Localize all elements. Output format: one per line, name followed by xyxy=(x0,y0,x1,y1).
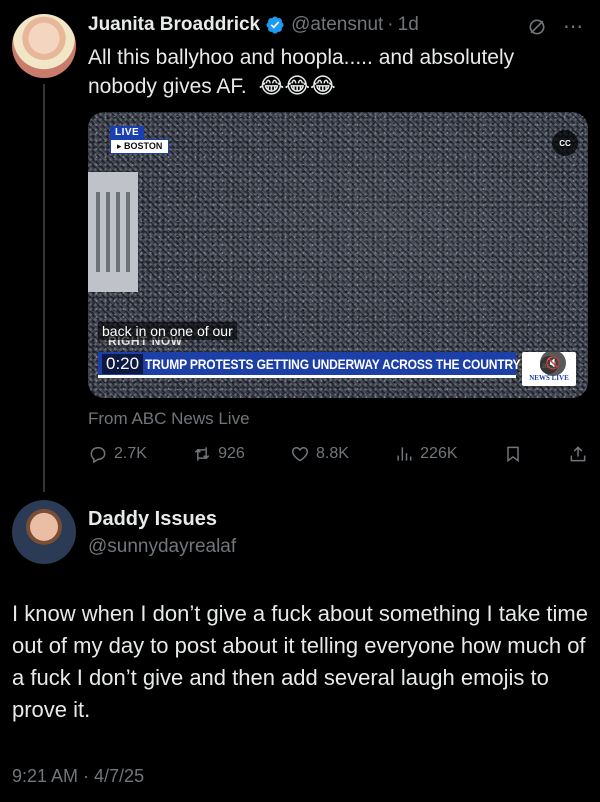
post-time[interactable]: 1d xyxy=(398,14,419,36)
separator-dot: · xyxy=(387,14,394,35)
author-name[interactable]: Juanita Broaddrick xyxy=(88,14,260,36)
laugh-emojis: 😂😂😂 xyxy=(258,73,336,98)
news-headline: TRUMP PROTESTS GETTING UNDERWAY ACROSS T… xyxy=(145,355,521,372)
tweet-header: Juanita Broaddrick @atensnut · 1d xyxy=(88,14,419,36)
avatar[interactable] xyxy=(12,14,76,78)
video-player[interactable]: LIVE ▸ BOSTON CC RIGHT NOW back in on on… xyxy=(88,112,588,398)
thread-connector-line xyxy=(43,84,45,492)
video-caption: back in on one of our xyxy=(98,322,237,340)
share-icon xyxy=(570,446,586,462)
heart-icon xyxy=(292,446,309,462)
repost-icon xyxy=(194,447,210,461)
reply-button[interactable]: 2.7K xyxy=(88,444,147,464)
views-button[interactable]: 226K xyxy=(394,444,458,464)
mute-icon[interactable]: 🔇 xyxy=(540,350,566,376)
repost-button[interactable]: 926 xyxy=(192,444,245,464)
author-handle[interactable]: @sunnydayrealaf xyxy=(88,536,236,558)
closed-captions-icon[interactable]: CC xyxy=(552,130,578,156)
live-badge: LIVE xyxy=(110,126,145,139)
share-button[interactable] xyxy=(568,444,588,464)
grok-icon[interactable] xyxy=(527,17,547,37)
media-source[interactable]: From ABC News Live xyxy=(88,409,250,429)
views-count: 226K xyxy=(420,445,458,462)
avatar[interactable] xyxy=(12,500,76,564)
location-badge: ▸ BOSTON xyxy=(110,139,170,154)
verified-badge-icon xyxy=(266,16,284,34)
post-timestamp[interactable]: 9:21 AM · 4/7/25 xyxy=(12,766,144,787)
news-lower-third: 0:20 TRUMP PROTESTS GETTING UNDERWAY ACR… xyxy=(98,352,521,378)
tweet-text: All this ballyhoo and hoopla..... and ab… xyxy=(88,44,588,101)
tweet-text: I know when I don’t give a fuck about so… xyxy=(12,601,588,722)
bookmark-icon xyxy=(506,446,519,463)
repost-count: 926 xyxy=(218,445,245,462)
views-chart-icon xyxy=(397,447,412,461)
reply-icon xyxy=(90,447,106,464)
building-footage xyxy=(88,172,138,292)
reply-count: 2.7K xyxy=(114,445,147,462)
video-timer: 0:20 xyxy=(102,353,144,374)
author-name[interactable]: Daddy Issues xyxy=(88,508,217,531)
like-count: 8.8K xyxy=(316,445,349,462)
like-button[interactable]: 8.8K xyxy=(290,444,349,464)
tweet-top-icons: ⋯ xyxy=(527,14,584,39)
more-options-icon[interactable]: ⋯ xyxy=(563,14,584,39)
author-handle[interactable]: @atensnut xyxy=(291,14,383,36)
bookmark-button[interactable] xyxy=(503,444,523,464)
tweet-actions: 2.7K 926 8.8K 226K xyxy=(88,440,588,468)
